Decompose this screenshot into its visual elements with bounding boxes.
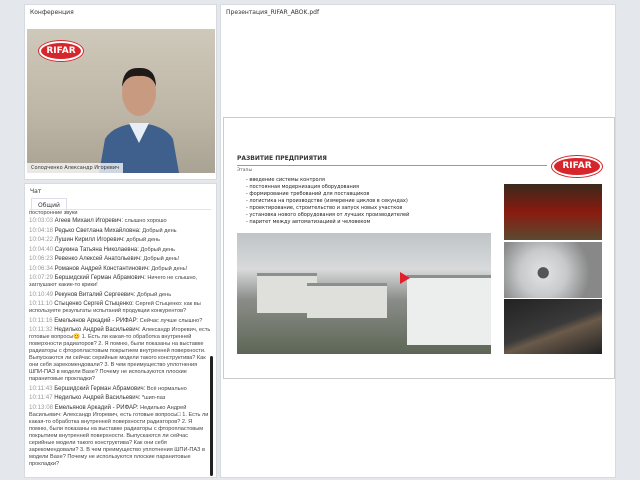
factory-photo <box>237 233 491 354</box>
message-author: Романов Андрей Константинович: <box>54 265 150 272</box>
message-text: Добрый день <box>142 227 177 234</box>
message-time: 10:10:49 <box>29 290 54 298</box>
message-author: Лушин Кирилл Игоревич: <box>54 237 125 243</box>
message-time: 10:11:47 <box>29 394 53 401</box>
message-text: слышно хорошо <box>124 218 167 224</box>
message-text: Александр Игоревич, есть готовые вопросы… <box>29 327 211 382</box>
message-text: *шип-паз <box>141 395 166 401</box>
building <box>407 275 491 345</box>
presentation-title: Презентация_RIFAR_ABOK.pdf <box>226 9 320 16</box>
chat-message: 10:11:32 Недилько Андрей Васильевич: Але… <box>29 326 211 383</box>
message-text: Добрый день <box>140 246 175 253</box>
message-time: 10:11:10 <box>29 300 53 307</box>
steel-coils-photo <box>504 242 602 298</box>
message-list: 10:03:03 Агеев Михаил Игоревич: слышно х… <box>29 217 211 468</box>
welding-photo <box>504 299 602 354</box>
play-icon[interactable] <box>400 272 410 284</box>
message-author: Недилько Андрей Васильевич: <box>54 395 141 401</box>
message-author: Стыценко Сергей Стыценко: <box>54 301 134 307</box>
message-time: 10:13:08 <box>29 403 54 411</box>
message-author: Емельянов Аркадий - РИФАР: <box>54 404 139 411</box>
building <box>307 283 387 318</box>
message-text: Добрый день! <box>143 256 180 262</box>
chat-message: 10:04:18 Редько Светлана Михайловна: Доб… <box>29 227 211 235</box>
message-text: добрый день <box>126 237 161 243</box>
chat-message: 10:13:08 Емельянов Аркадий - РИФАР: Неди… <box>29 404 211 468</box>
message-time: 10:07:29 <box>29 274 54 281</box>
message-time: 10:11:32 <box>29 326 53 333</box>
chat-message: 10:07:29 Бершидский Герман Абрамович: Ни… <box>29 274 211 289</box>
slide-bullet: - логистика на производстве (измерение ц… <box>246 198 408 204</box>
slide-bullet: - постоянная модернизация оборудования <box>246 184 360 190</box>
message-text: Добрый день! <box>151 265 188 272</box>
conference-title: Конференция <box>30 9 74 16</box>
speaker-image <box>99 67 179 173</box>
message-time: 10:06:34 <box>29 264 54 272</box>
message-text: Недилько Андрей Васильевич: Александр Иг… <box>29 404 209 467</box>
chat-panel: Чат Общий посторонние звуки 10:03:03 Аге… <box>24 183 217 478</box>
slide-bullet: - проектирование, строительство и запуск… <box>246 205 403 211</box>
slide-bullet: - введение системы контроля <box>246 177 325 183</box>
message-time: 10:11:43 <box>29 384 53 392</box>
video-feed[interactable]: RIFAR Солодченко Александр Игоревич <box>27 29 215 173</box>
message-text: Добрый день <box>136 291 172 298</box>
speaker-name: Солодченко Александр Игоревич <box>27 163 124 173</box>
message-text: Сейчас лучше слышно? <box>139 317 203 324</box>
chat-messages: посторонние звуки 10:03:03 Агеев Михаил … <box>29 209 211 469</box>
chat-message: 10:06:34 Романов Андрей Константинович: … <box>29 265 211 273</box>
message-author: Недилько Андрей Васильевич: <box>54 327 141 333</box>
divider <box>237 165 547 166</box>
message-time: 10:11:16 <box>29 316 53 324</box>
message-time: 10:06:23 <box>29 255 54 262</box>
chat-message: 10:04:22 Лушин Кирилл Игоревич: добрый д… <box>29 236 211 244</box>
message-author: Емельянов Аркадий - РИФАР: <box>54 317 139 324</box>
message-author: Редько Светлана Михайловна: <box>54 227 141 234</box>
rifar-logo: RIFAR <box>39 41 83 61</box>
slide-bullets: - введение системы контроля - постоянная … <box>246 177 409 226</box>
chat-message: 10:11:10 Стыценко Сергей Стыценко: Серге… <box>29 300 211 315</box>
message-author: Агеев Михаил Игоревич: <box>54 218 124 224</box>
chat-message: 10:11:47 Недилько Андрей Васильевич: *ши… <box>29 394 211 402</box>
chat-message: 10:11:43 Бершидский Герман Абрамович: Вс… <box>29 385 211 393</box>
message-author: Бершидский Герман Абрамович: <box>54 385 146 392</box>
message-author: Бершидский Герман Абрамович: <box>54 275 146 281</box>
chat-message: 10:10:49 Рекунов Виталий Сергеевич: Добр… <box>29 291 211 299</box>
chat-message: 10:06:23 Ревенко Алексей Анатольевич: До… <box>29 255 211 263</box>
slide-bullet: - установка нового оборудования от лучши… <box>246 212 410 218</box>
message-author: Саукина Татьяна Николаевна: <box>54 246 139 253</box>
chat-message: 10:11:16 Емельянов Аркадий - РИФАР: Сейч… <box>29 317 211 325</box>
message-author: Ревенко Алексей Анатольевич: <box>54 256 142 262</box>
chat-title: Чат <box>30 188 42 195</box>
message-text: Всё нормально <box>146 385 187 392</box>
message-time: 10:03:03 <box>29 217 54 224</box>
message-fragment: посторонние звуки <box>29 210 78 216</box>
message-time: 10:04:22 <box>29 236 54 243</box>
slide: РАЗВИТИЕ ПРЕДПРИЯТИЯ Этапы - введение си… <box>223 117 615 379</box>
furnace-photo <box>504 184 602 240</box>
presentation-panel: Презентация_RIFAR_ABOK.pdf РАЗВИТИЕ ПРЕД… <box>220 4 616 478</box>
rifar-logo: RIFAR <box>552 156 602 177</box>
chat-scrollbar[interactable] <box>210 356 213 476</box>
message-time: 10:04:18 <box>29 226 54 234</box>
slide-bullet: - формирование требований для поставщико… <box>246 191 370 197</box>
chat-message: 10:03:03 Агеев Михаил Игоревич: слышно х… <box>29 217 211 225</box>
slide-subheading: Этапы <box>237 168 253 173</box>
slide-bullet: - паритет между автоматизацией и человек… <box>246 219 371 225</box>
message-time: 10:04:40 <box>29 245 54 253</box>
message-author: Рекунов Виталий Сергеевич: <box>54 291 136 298</box>
chat-message: 10:04:40 Саукина Татьяна Николаевна: Доб… <box>29 246 211 254</box>
slide-heading: РАЗВИТИЕ ПРЕДПРИЯТИЯ <box>237 155 327 162</box>
conference-panel: Конференция RIFAR Солодченко Александр И… <box>24 4 217 180</box>
